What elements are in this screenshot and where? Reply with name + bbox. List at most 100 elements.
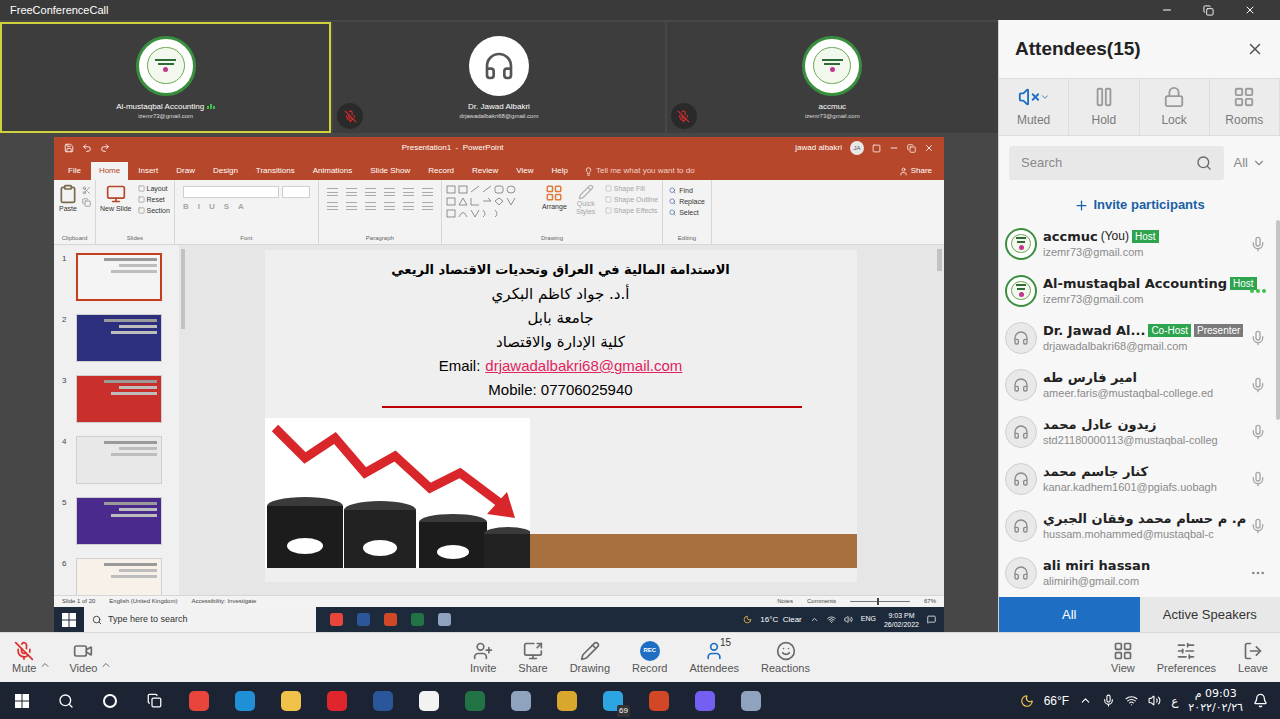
- attendee-row[interactable]: Al-mustaqbal AccountingHostizemr73@gmail…: [999, 267, 1275, 314]
- editing-option[interactable]: Replace: [669, 197, 705, 206]
- cortana-icon[interactable]: [103, 694, 117, 708]
- taskbar-app-icon[interactable]: [452, 691, 498, 711]
- toolbar-button[interactable]: 15Attendees: [690, 641, 740, 675]
- paragraph-icon[interactable]: [403, 202, 414, 210]
- paragraph-icon[interactable]: [327, 188, 338, 196]
- ribbon-display-icon[interactable]: [872, 144, 881, 153]
- attendee-row[interactable]: ali miri hassanalimirih@gmail.com: [999, 549, 1275, 596]
- font-format-button[interactable]: I: [198, 202, 200, 212]
- taskbar-app-icon[interactable]: [438, 613, 451, 626]
- attendee-row[interactable]: Dr. Jawad Al...Co-HostPresenterdrjawadal…: [999, 314, 1275, 361]
- toolbar-button[interactable]: Video: [69, 641, 112, 675]
- slide-thumbnail[interactable]: 5: [54, 497, 179, 558]
- taskbar-app-icon[interactable]: [357, 613, 370, 626]
- weather[interactable]: 66°F: [1044, 692, 1069, 710]
- toolbar-button[interactable]: Leave: [1238, 641, 1268, 675]
- ribbon-tab[interactable]: Review: [464, 162, 506, 180]
- slide-line[interactable]: جامعة بابل: [527, 306, 593, 330]
- clock[interactable]: 09:03 م٢٠٢٢/٠٢/٢٦: [1188, 687, 1243, 715]
- shape-option[interactable]: Shape Outline: [605, 195, 658, 204]
- attendee-filter[interactable]: All: [1234, 153, 1270, 173]
- attendee-tab[interactable]: All: [999, 597, 1140, 632]
- notifications-icon[interactable]: [1253, 693, 1268, 708]
- restore-icon[interactable]: [907, 144, 916, 153]
- taskbar-app-icon[interactable]: [330, 613, 343, 626]
- invite-participants-link[interactable]: Invite participants: [999, 190, 1280, 220]
- paragraph-icon[interactable]: [346, 188, 357, 196]
- taskbar-app-icon[interactable]: [176, 691, 222, 711]
- shape-option[interactable]: Shape Effects: [605, 206, 658, 215]
- slide-line[interactable]: أ.د. جواد كاظم البكري: [492, 282, 630, 306]
- windows-logo-icon[interactable]: [15, 694, 29, 708]
- task-view-icon[interactable]: [147, 693, 162, 708]
- taskbar-app-icon[interactable]: [222, 691, 268, 711]
- slides-option[interactable]: Layout: [138, 184, 170, 193]
- paragraph-icon[interactable]: [403, 188, 414, 196]
- taskbar-app-icon[interactable]: [498, 691, 544, 711]
- wifi-icon[interactable]: [1125, 694, 1138, 707]
- slides-option[interactable]: Reset: [138, 195, 170, 204]
- attendee-tab[interactable]: Active Speakers: [1140, 597, 1280, 632]
- attendee-row[interactable]: accmuc(You)Hostizemr73@gmail.com: [999, 220, 1275, 267]
- slide-scrollbar[interactable]: [934, 245, 944, 595]
- ribbon-tab[interactable]: Insert: [130, 162, 166, 180]
- editing-option[interactable]: Select: [669, 208, 705, 217]
- slide[interactable]: الاستدامة المالية في العراق وتحديات الاق…: [265, 250, 857, 582]
- paragraph-icon[interactable]: [422, 188, 433, 196]
- clock[interactable]: 9:03 PM26/02/2022: [884, 611, 919, 629]
- close-panel-icon[interactable]: [1246, 40, 1264, 58]
- close-icon[interactable]: [924, 143, 934, 153]
- save-icon[interactable]: [64, 143, 74, 153]
- toolbar-button[interactable]: Preferences: [1157, 641, 1216, 675]
- search-icon[interactable]: [58, 693, 74, 709]
- slide-thumbnail[interactable]: 4: [54, 436, 179, 497]
- toolbar-button[interactable]: Drawing: [570, 641, 610, 675]
- ribbon-tab[interactable]: File: [60, 162, 89, 180]
- input-language[interactable]: ع: [1171, 692, 1178, 710]
- slide-title[interactable]: الاستدامة المالية في العراق وتحديات الاق…: [391, 258, 730, 282]
- ribbon-tab[interactable]: Help: [544, 162, 576, 180]
- toolbar-button[interactable]: View: [1111, 641, 1135, 675]
- mic-icon[interactable]: [1250, 471, 1266, 487]
- slide-thumbnail[interactable]: 2: [54, 314, 179, 375]
- new-slide-button[interactable]: New Slide: [100, 184, 132, 213]
- attendee-search[interactable]: Search: [1009, 146, 1224, 180]
- ribbon-tab[interactable]: Animations: [305, 162, 361, 180]
- font-format-button[interactable]: S: [224, 202, 229, 212]
- taskbar-app-icon[interactable]: [268, 691, 314, 711]
- attendee-row[interactable]: كنار جاسم محمدkanar.kadhem1601@pgiafs.uo…: [999, 455, 1275, 502]
- slide-mobile[interactable]: Mobile: 07706025940: [488, 378, 632, 402]
- taskbar-app-icon[interactable]: 69: [590, 691, 636, 711]
- shape-option[interactable]: Shape Fill: [605, 184, 658, 193]
- mic-icon[interactable]: [1250, 377, 1266, 393]
- paragraph-icon[interactable]: [384, 202, 395, 210]
- comments-button[interactable]: Comments: [807, 597, 836, 606]
- notes-button[interactable]: Notes: [777, 597, 793, 606]
- attendee-row[interactable]: امير فارس طهameer.faris@mustaqbal-colleg…: [999, 361, 1275, 408]
- toolbar-button[interactable]: Reactions: [761, 641, 810, 675]
- ribbon-tab[interactable]: Draw: [168, 162, 203, 180]
- taskbar-app-icon[interactable]: [728, 691, 774, 711]
- toolbar-button[interactable]: Share: [518, 641, 547, 675]
- user-initials[interactable]: JA: [850, 141, 864, 155]
- close-icon[interactable]: [1244, 4, 1256, 16]
- zoom-level[interactable]: 67%: [924, 597, 936, 606]
- redo-icon[interactable]: [100, 143, 110, 153]
- quick-styles-button[interactable]: Quick Styles: [573, 184, 599, 216]
- slides-option[interactable]: Section: [138, 206, 170, 215]
- taskbar-search[interactable]: Type here to search: [84, 607, 316, 632]
- tray-mic-icon[interactable]: [1102, 694, 1115, 707]
- taskbar-app-icon[interactable]: [682, 691, 728, 711]
- attendee-tool[interactable]: Rooms: [1210, 79, 1280, 135]
- arrange-button[interactable]: Arrange: [542, 184, 567, 211]
- toolbar-button[interactable]: Mute: [12, 641, 51, 675]
- toolbar-button[interactable]: Invite: [470, 641, 496, 675]
- ribbon-tab[interactable]: Slide Show: [362, 162, 418, 180]
- input-language[interactable]: ENG: [861, 614, 876, 625]
- slide-thumbnail[interactable]: 3: [54, 375, 179, 436]
- taskbar-app-icon[interactable]: [314, 691, 360, 711]
- editing-option[interactable]: Find: [669, 186, 705, 195]
- font-format-button[interactable]: B: [183, 202, 189, 212]
- taskbar-app-icon[interactable]: [411, 613, 424, 626]
- attendee-row[interactable]: م. م حسام محمد وفقان الجبريhussam.mohamm…: [999, 502, 1275, 549]
